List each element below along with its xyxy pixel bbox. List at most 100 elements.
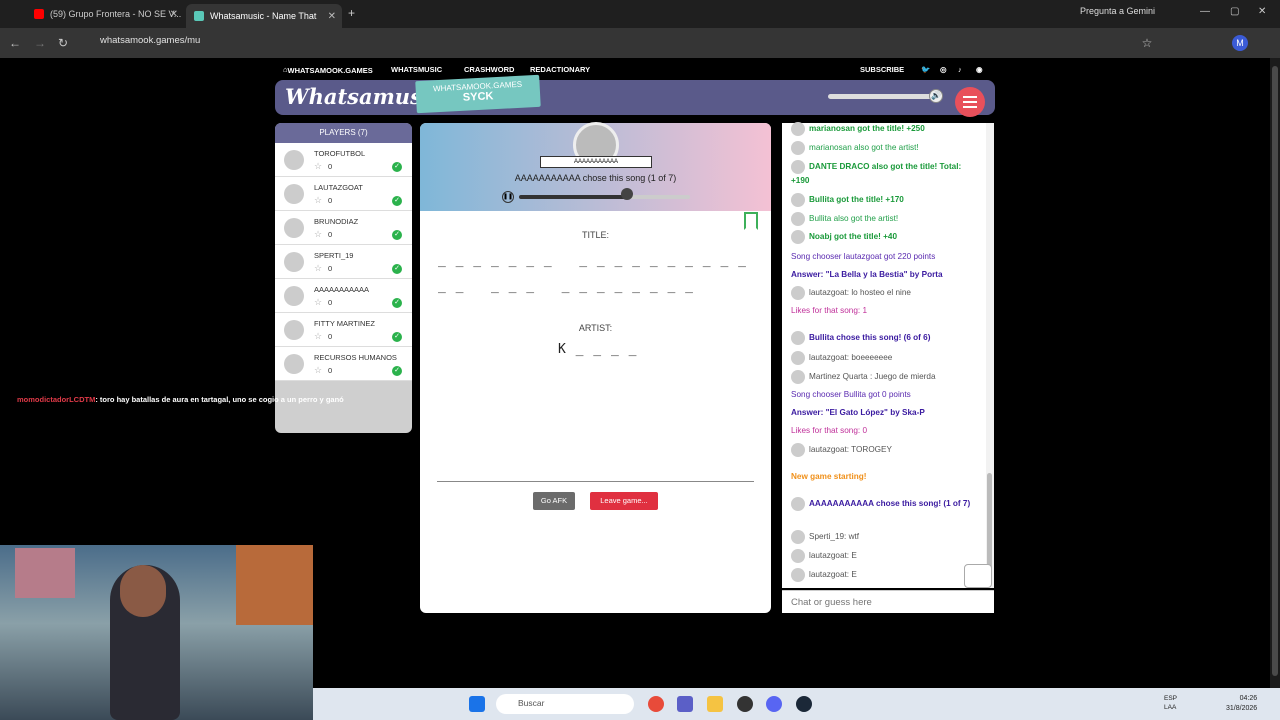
star-icon: ☆ <box>314 297 323 307</box>
nav-home[interactable]: ⌂ WHATSAMOOK.GAMES <box>283 65 373 75</box>
close-icon[interactable]: ✕ <box>328 11 336 22</box>
back-icon[interactable]: ← <box>7 35 23 51</box>
avatar <box>284 354 304 374</box>
avatar <box>791 212 805 226</box>
player-score: 0 <box>328 162 333 171</box>
player-name: SPERTI_19 <box>314 251 354 260</box>
chat-message: lautazgoat: TOROGEY <box>791 443 981 457</box>
discord-taskbar-icon[interactable] <box>766 696 782 712</box>
instagram-icon[interactable]: ◎ <box>940 65 947 74</box>
hamburger-menu-button[interactable] <box>955 87 985 117</box>
avatar <box>284 252 304 272</box>
emoji-icon[interactable] <box>964 564 992 588</box>
chat-input[interactable] <box>791 597 971 608</box>
chat-message: Likes for that song: 0 <box>791 424 981 438</box>
profile-avatar[interactable]: M <box>1232 35 1248 51</box>
check-icon: ✓ <box>392 298 402 308</box>
player-row: TOROFUTBOL ☆ 0 ✓ <box>275 143 412 177</box>
check-icon: ✓ <box>392 162 402 172</box>
forward-icon[interactable]: → <box>32 35 48 51</box>
nav-whatsmusic[interactable]: WHATSMUSIC <box>391 65 442 74</box>
avatar <box>791 141 805 155</box>
player-name: LAUTAZGOAT <box>314 183 363 192</box>
check-icon: ✓ <box>392 264 402 274</box>
player-score: 0 <box>328 196 333 205</box>
chat-message-text: Bullita also got the artist! <box>809 214 899 224</box>
tab-youtube[interactable]: (59) Grupo Frontera - NO SE V... ✕ <box>26 4 184 24</box>
chat-message: Noabj got the title! +40 <box>791 230 981 244</box>
players-header: PLAYERS (7) <box>275 123 412 143</box>
chat-message-text: Sperti_19: wtf <box>809 532 860 542</box>
chat-message-text: marianosan got the title! +250 <box>809 124 925 134</box>
star-icon: ☆ <box>314 229 323 239</box>
avatar <box>791 497 805 511</box>
youtube-icon <box>34 9 44 19</box>
taskbar-search[interactable]: Buscar <box>496 694 634 714</box>
minimize-button[interactable]: — <box>1200 6 1210 17</box>
maximize-button[interactable]: ▢ <box>1230 6 1239 17</box>
gemini-button[interactable]: Pregunta a Gemini <box>1080 6 1155 16</box>
volume-slider[interactable] <box>828 94 934 99</box>
chat-message: marianosan got the title! +250 <box>791 122 981 136</box>
stream-chat-message: : toro hay batallas de aura en tartagal,… <box>95 395 344 404</box>
bookmark-icon[interactable] <box>744 212 758 230</box>
chat-message-text: DANTE DRACO also got the title! Total: +… <box>791 162 962 186</box>
chat-message-text: lautazgoat: lo hosteo el nine <box>809 288 911 298</box>
windows-start-icon[interactable] <box>469 696 485 712</box>
system-clock: 04:26 31/8/2026 <box>1226 695 1258 712</box>
player-name: FITTY MARTINEZ <box>314 319 375 328</box>
steam-icon[interactable] <box>796 696 812 712</box>
avatar <box>791 230 805 244</box>
nav-crashword[interactable]: CRASHWORD <box>464 65 514 74</box>
chat-message-text: Likes for that song: 0 <box>791 426 868 435</box>
pause-icon[interactable]: ❚❚ <box>502 191 514 203</box>
chat-message: Song chooser lautazgoat got 220 points <box>791 250 981 264</box>
close-icon[interactable]: ✕ <box>170 9 178 20</box>
player-name: RECURSOS HUMANOS <box>314 353 397 362</box>
avatar <box>791 122 805 136</box>
reload-icon[interactable]: ↻ <box>55 35 71 51</box>
webcam-poster <box>15 548 75 598</box>
stream-chat-overlay: momodictadorLCDTM: toro hay batallas de … <box>17 393 357 406</box>
chat-message: lautazgoat: lo hosteo el nine <box>791 286 981 300</box>
teams-icon[interactable] <box>677 696 693 712</box>
page-scrollbar[interactable] <box>1270 58 1280 688</box>
avatar <box>284 218 304 238</box>
player-row: RECURSOS HUMANOS ☆ 0 ✓ <box>275 347 412 381</box>
avatar <box>284 150 304 170</box>
player-name: AAAAAAAAAAA <box>314 285 370 294</box>
file-explorer-icon[interactable] <box>707 696 723 712</box>
speaker-icon[interactable]: 🔊 <box>929 89 943 103</box>
chat-message-text: lautazgoat: boeeeeeee <box>809 353 893 363</box>
chat-message-text: lautazgoat: E <box>809 570 857 580</box>
player-score: 0 <box>328 230 333 239</box>
chat-message-text: Likes for that song: 1 <box>791 306 868 315</box>
discord-icon[interactable]: ◉ <box>976 65 983 74</box>
chat-message-text: Song chooser Bullita got 0 points <box>791 390 911 399</box>
chat-message: New game starting! <box>791 470 981 484</box>
chat-message-text: Answer: "La Bella y la Bestia" by Porta <box>791 270 943 279</box>
tab-whatsamusic[interactable]: Whatsamusic - Name That ✕ <box>186 4 342 28</box>
close-window-button[interactable]: ✕ <box>1258 6 1266 17</box>
chat-message-text: AAAAAAAAAAA chose this song! (1 of 7) <box>809 499 971 509</box>
chat-scrollbar[interactable] <box>986 123 994 588</box>
players-panel: PLAYERS (7) TOROFUTBOL ☆ 0 ✓ LAUTAZGOAT ☆ 0 ✓ BR… <box>275 123 412 433</box>
tiktok-icon[interactable]: ♪ <box>958 65 962 74</box>
avatar <box>791 286 805 300</box>
twitter-icon[interactable]: 🐦 <box>921 65 930 74</box>
timer-icon <box>620 188 633 200</box>
player-row: LAUTAZGOAT ☆ 0 ✓ <box>275 177 412 211</box>
chat-message: marianosan also got the artist! <box>791 141 981 155</box>
star-icon[interactable]: ☆ <box>1139 35 1155 51</box>
avatar <box>791 351 805 365</box>
go-afk-button[interactable]: Go AFK <box>533 492 575 510</box>
obs-icon[interactable] <box>737 696 753 712</box>
address-bar[interactable]: whatsamook.games/mu <box>100 35 200 46</box>
subscribe-link[interactable]: SUBSCRIBE <box>860 65 904 74</box>
nav-redactionary[interactable]: REDACTIONARY <box>530 65 590 74</box>
chrome-icon[interactable] <box>648 696 664 712</box>
chat-input-bar <box>782 590 994 613</box>
leave-game-button[interactable]: Leave game... <box>590 492 658 510</box>
new-tab-button[interactable]: + <box>348 6 355 20</box>
avatar <box>791 568 805 582</box>
